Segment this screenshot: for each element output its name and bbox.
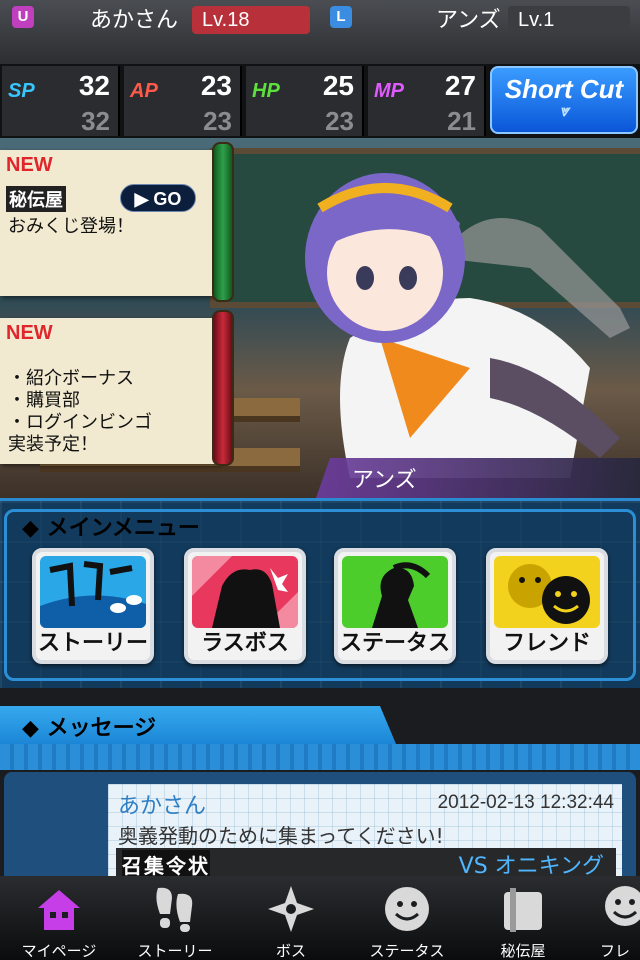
scroll-rod	[212, 310, 234, 466]
notice-line: ・紹介ボーナス	[8, 368, 134, 389]
message-title-text: メッセージ	[46, 716, 157, 741]
scroll-rod	[212, 142, 234, 302]
leader-level: Lv.1	[508, 6, 630, 34]
shortcut-label: Short Cut	[504, 74, 624, 104]
notice-text: おみくじ登場！	[8, 216, 134, 237]
bottom-tab-bar: マイページ ストーリー ボス ステータス 秘伝屋 フレ	[0, 876, 640, 960]
stat-max: 23	[325, 106, 354, 136]
tab-boss[interactable]: ボス	[232, 876, 350, 960]
tab-story[interactable]: ストーリー	[116, 876, 234, 960]
shortcut-button[interactable]: Short Cut ⩔	[490, 66, 638, 134]
message-label: 召集令状	[122, 850, 210, 879]
footprints-icon	[156, 887, 193, 932]
stat-mp: MP 27 21	[368, 66, 486, 136]
stat-current: 27	[444, 70, 476, 101]
stat-label: AP	[130, 80, 158, 102]
message-item[interactable]: あかさん 2012-02-13 12:32:44 奥義発動のために集まってくださ…	[108, 784, 622, 879]
menu-button-label: ラスボス	[201, 631, 289, 656]
stat-max: 23	[203, 106, 232, 136]
tab-mypage[interactable]: マイページ	[0, 876, 118, 960]
player-header: U あかさん Lv.18 L アンズ Lv.1	[0, 0, 640, 64]
user-badge: U	[12, 6, 34, 28]
tab-hidenya[interactable]: 秘伝屋	[464, 876, 582, 960]
go-label: GO	[153, 189, 182, 209]
leader-name: アンズ	[436, 8, 501, 33]
last-boss-art-icon	[192, 556, 298, 628]
tab-label: 秘伝屋	[500, 942, 546, 960]
message-body: 奥義発動のために集まってください!	[118, 824, 444, 848]
message-title: ◆ メッセージ	[22, 716, 157, 741]
stat-max: 32	[81, 106, 110, 136]
character-illustration	[305, 173, 630, 478]
new-badge: NEW	[6, 322, 53, 344]
chevron-down-icon: ⩔	[559, 103, 569, 120]
notice-line: ・ログインビンゴ	[8, 412, 152, 433]
shuriken-icon	[268, 886, 314, 932]
menu-button-label: フレンド	[502, 631, 591, 656]
stat-current: 32	[78, 70, 110, 101]
notice-upcoming[interactable]: NEW ・紹介ボーナス ・購買部 ・ログインビンゴ 実装予定！	[0, 310, 234, 466]
main-menu-title-text: メインメニュー	[46, 516, 200, 541]
user-name: あかさん	[90, 8, 179, 33]
story-art-icon	[40, 556, 146, 628]
character-name-bar: アンズ	[316, 458, 640, 498]
main-menu-title: ◆ メインメニュー	[22, 516, 200, 541]
friends-icon	[605, 886, 640, 926]
stat-label: HP	[252, 80, 280, 102]
friend-art-icon	[494, 556, 600, 628]
tab-status[interactable]: ステータス	[348, 876, 466, 960]
message-stripe	[0, 744, 640, 770]
stat-ap: AP 23 23	[124, 66, 242, 136]
tab-label: ボス	[275, 942, 306, 960]
stat-hp: HP 25 23	[246, 66, 364, 136]
tab-label: マイページ	[21, 942, 97, 960]
notice-tag: 秘伝屋	[6, 186, 66, 212]
tab-label: ステータス	[369, 942, 445, 960]
menu-button-friend[interactable]: フレンド	[486, 548, 608, 664]
menu-button-last-boss[interactable]: ラスボス	[184, 548, 306, 664]
message-timestamp: 2012-02-13 12:32:44	[437, 792, 614, 813]
leader-badge: L	[330, 6, 352, 28]
stat-current: 25	[322, 70, 354, 101]
scroll-box-icon	[504, 888, 542, 932]
smiley-icon	[385, 887, 429, 931]
user-level: Lv.18	[192, 6, 310, 34]
go-button[interactable]: ▶ GO	[120, 184, 196, 212]
home-icon	[38, 890, 80, 930]
character-name: アンズ	[352, 468, 417, 493]
menu-button-status[interactable]: ステータス	[334, 548, 456, 664]
new-badge: NEW	[6, 154, 53, 176]
stat-label: SP	[8, 80, 35, 102]
menu-button-label: ステータス	[339, 631, 450, 656]
stat-max: 21	[447, 106, 476, 136]
stat-current: 23	[200, 70, 232, 101]
notice-line: ・購買部	[8, 390, 80, 411]
message-banner: 召集令状 VS オニキング	[116, 848, 616, 879]
message-sender: あかさん	[118, 794, 207, 819]
tab-label: ストーリー	[137, 942, 213, 960]
status-art-icon	[342, 556, 448, 628]
tab-label: フレ	[600, 942, 631, 960]
menu-button-story[interactable]: ストーリー	[32, 548, 154, 664]
tab-friends[interactable]: フレ	[580, 876, 640, 960]
stat-sp: SP 32 32	[2, 66, 120, 136]
notice-hidenya[interactable]: NEW 秘伝屋 ▶ GO おみくじ登場！	[0, 142, 234, 302]
stat-label: MP	[374, 80, 404, 102]
menu-button-label: ストーリー	[37, 631, 148, 656]
notice-line: 実装予定！	[8, 434, 98, 455]
